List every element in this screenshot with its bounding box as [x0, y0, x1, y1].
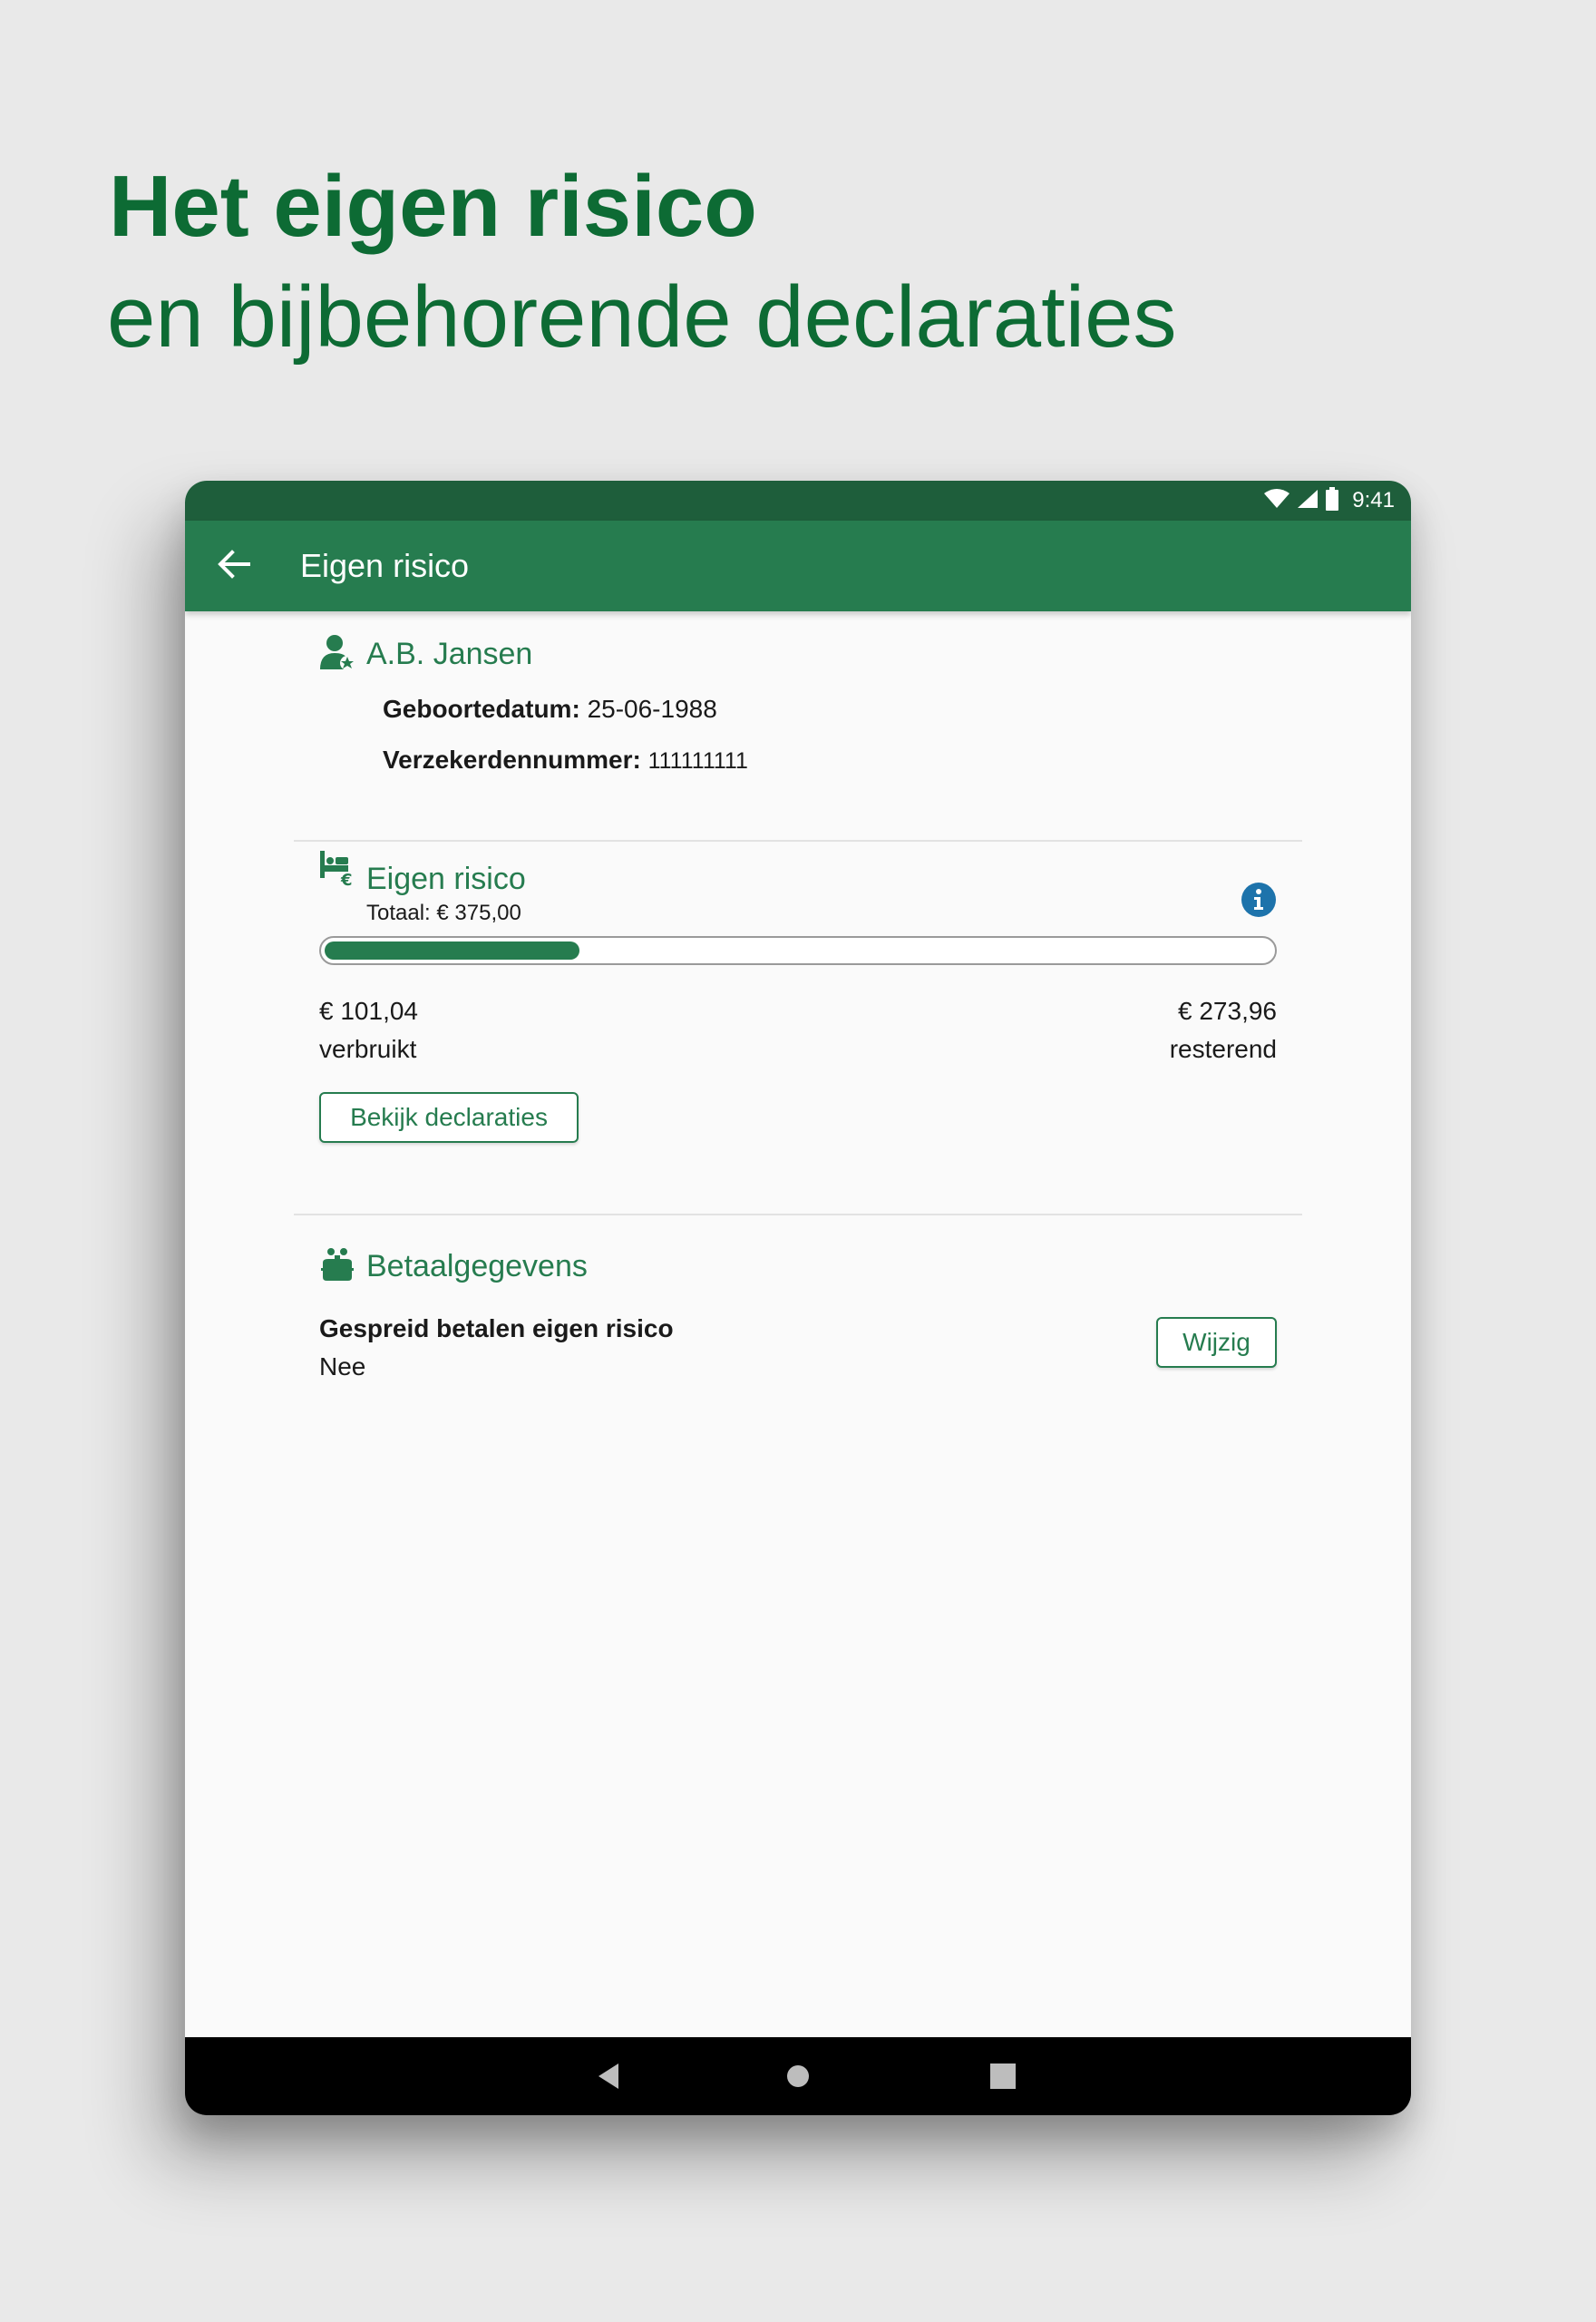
app-bar: Eigen risico [185, 521, 1411, 611]
change-button[interactable]: Wijzig [1156, 1317, 1277, 1368]
person-header: A.B. Jansen [319, 633, 532, 676]
spread-payment-value: Nee [319, 1352, 366, 1381]
battery-icon [1325, 486, 1339, 515]
back-triangle-icon[interactable] [591, 2058, 628, 2099]
info-icon [1241, 883, 1277, 922]
app-title: Eigen risico [300, 547, 470, 584]
promo-title: Het eigen risico [109, 158, 757, 255]
promo-subtitle: en bijbehorende declaraties [107, 268, 1177, 366]
birthdate-value: 25-06-1988 [587, 695, 717, 723]
divider [294, 1214, 1302, 1215]
back-button[interactable] [209, 541, 259, 591]
remaining-block: € 273,96 resterend [1170, 992, 1277, 1068]
tablet-device: 9:41 Eigen risico A.B. Jansen Geboorteda… [185, 481, 1411, 2115]
deductible-total: Totaal: € 375,00 [366, 901, 521, 925]
birthdate-label: Geboortedatum: [383, 695, 580, 723]
deductible-progress-fill [325, 941, 579, 960]
view-claims-button[interactable]: Bekijk declaraties [319, 1092, 579, 1143]
content-area: A.B. Jansen Geboortedatum: 25-06-1988 Ve… [185, 611, 1411, 2063]
used-amount: € 101,04 [319, 997, 418, 1025]
signal-icon [1296, 488, 1319, 514]
deductible-progress-bar [319, 936, 1277, 965]
spread-payment-block: Gespreid betalen eigen risico Nee [319, 1310, 674, 1386]
policy-number-value: 111111111 [647, 748, 748, 774]
piggy-bank-icon [319, 1246, 355, 1287]
remaining-label: resterend [1169, 1035, 1277, 1063]
bed-euro-icon: € [319, 849, 355, 892]
used-label: verbruikt [319, 1035, 417, 1063]
info-button[interactable] [1241, 882, 1277, 922]
divider [294, 840, 1302, 842]
system-nav-bar [185, 2037, 1411, 2115]
policy-number-row: Verzekerdennummer: 111111111 [383, 746, 748, 775]
payment-title: Betaalgegevens [366, 1249, 588, 1283]
deductible-title: Eigen risico [366, 862, 526, 896]
deductible-header: € Eigen risico Totaal: € 375,00 [319, 844, 526, 926]
birthdate-row: Geboortedatum: 25-06-1988 [383, 695, 717, 724]
svg-text:€: € [340, 871, 353, 887]
person-star-icon [319, 633, 355, 676]
status-time: 9:41 [1352, 488, 1395, 512]
payment-header: Betaalgegevens [319, 1246, 588, 1287]
arrow-left-icon [216, 546, 252, 587]
person-name: A.B. Jansen [366, 637, 533, 671]
used-block: € 101,04 verbruikt [319, 992, 418, 1068]
home-circle-icon[interactable] [780, 2058, 816, 2099]
spread-payment-label: Gespreid betalen eigen risico [319, 1314, 674, 1342]
policy-number-label: Verzekerdennummer: [383, 746, 641, 774]
wifi-icon [1263, 488, 1290, 514]
status-bar: 9:41 [185, 481, 1411, 521]
recents-square-icon[interactable] [985, 2058, 1021, 2099]
remaining-amount: € 273,96 [1178, 997, 1277, 1025]
